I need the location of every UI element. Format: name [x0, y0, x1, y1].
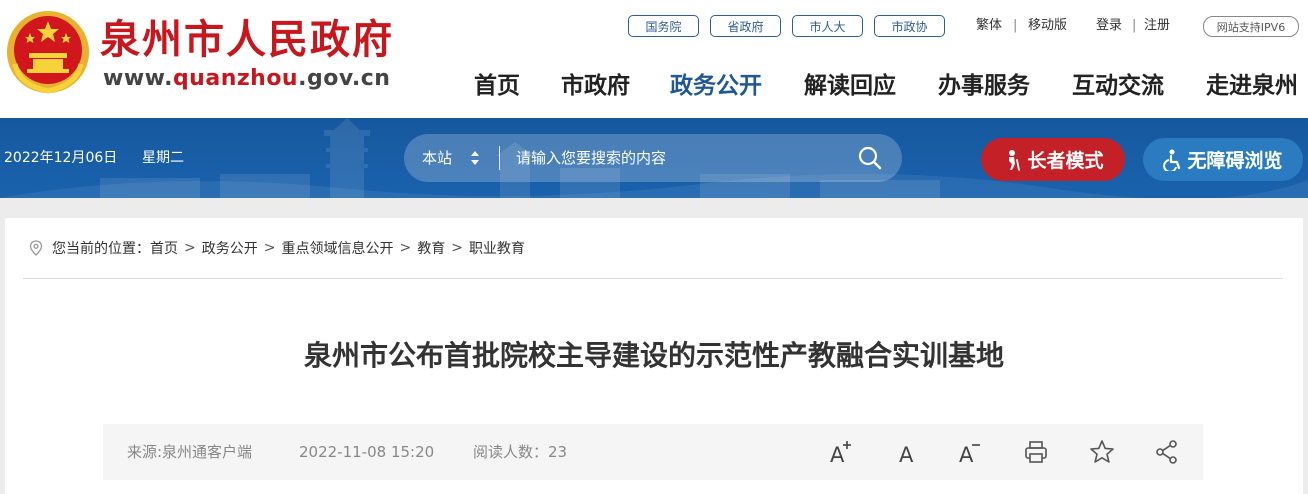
breadcrumb-separator: >: [184, 240, 196, 256]
nav-interaction[interactable]: 互动交流: [1072, 70, 1164, 102]
link-state-council[interactable]: 国务院: [628, 15, 699, 37]
share-icon[interactable]: [1153, 438, 1181, 466]
nav-government-affairs[interactable]: 政务公开: [670, 70, 762, 102]
search-icon[interactable]: [856, 144, 884, 172]
wheelchair-icon: [1163, 149, 1181, 171]
divider: |: [1013, 18, 1018, 33]
breadcrumb-separator: >: [451, 240, 463, 256]
current-weekday: 星期二: [142, 150, 184, 166]
register-link[interactable]: 注册: [1144, 16, 1170, 36]
article-meta-bar: 来源:泉州通客户端 2022-11-08 15:20 阅读人数：23 A A A: [103, 424, 1203, 480]
banner-bar: 2022年12月06日 星期二 本站 长者模式 无障碍浏览: [0, 118, 1308, 198]
search-scope-select[interactable]: 本站: [422, 147, 452, 169]
read-count-label: 阅读人数：: [473, 443, 549, 461]
svg-text:A: A: [959, 443, 974, 466]
elder-mode-button[interactable]: 长者模式: [981, 138, 1125, 181]
article-datetime: 2022-11-08 15:20: [299, 443, 435, 461]
nav-interpretation[interactable]: 解读回应: [804, 70, 896, 102]
search-input[interactable]: [516, 146, 846, 170]
svg-text:A: A: [899, 443, 914, 466]
sort-arrows-icon[interactable]: [470, 148, 480, 168]
favorite-star-icon[interactable]: [1088, 438, 1116, 466]
traditional-chinese-link[interactable]: 繁体: [976, 16, 1002, 36]
breadcrumb: 您当前的位置： 首页 > 政务公开 > 重点领域信息公开 > 教育 > 职业教育: [29, 238, 525, 258]
print-icon[interactable]: [1022, 438, 1050, 466]
breadcrumb-separator: >: [263, 240, 276, 256]
nav-home[interactable]: 首页: [474, 70, 520, 102]
accessibility-label: 无障碍浏览: [1187, 150, 1283, 172]
accessibility-button[interactable]: 无障碍浏览: [1143, 138, 1303, 181]
svg-text:A: A: [830, 443, 845, 466]
link-city-cppcc[interactable]: 市政协: [874, 15, 945, 37]
site-header: 泉州市人民政府 www.quanzhou.gov.cn 国务院 省政府 市人大 …: [0, 0, 1308, 118]
link-provincial-gov[interactable]: 省政府: [710, 15, 781, 37]
nav-city-government[interactable]: 市政府: [561, 70, 630, 102]
url-highlight: quanzhou: [172, 66, 299, 91]
top-links: 国务院 省政府 市人大 市政协: [628, 15, 945, 37]
nav-services[interactable]: 办事服务: [938, 70, 1030, 102]
ipv6-badge: 网站支持IPV6: [1203, 16, 1299, 37]
article-title: 泉州市公布首批院校主导建设的示范性产教融合实训基地: [303, 339, 1004, 372]
url-suffix: .gov.cn: [298, 66, 391, 91]
link-city-npc[interactable]: 市人大: [792, 15, 863, 37]
read-count-value: 23: [548, 443, 568, 461]
elder-icon: [1009, 149, 1021, 171]
read-count: 阅读人数：23: [473, 442, 567, 462]
url-prefix: www.: [103, 66, 173, 91]
breadcrumb-home[interactable]: 首页: [150, 238, 178, 258]
font-normal-icon[interactable]: A: [893, 438, 921, 466]
login-link[interactable]: 登录: [1096, 16, 1122, 36]
breadcrumb-prefix: 您当前的位置：: [52, 241, 150, 257]
breadcrumb-separator: >: [399, 240, 412, 256]
article-container: 您当前的位置： 首页 > 政务公开 > 重点领域信息公开 > 教育 > 职业教育…: [5, 218, 1303, 494]
breadcrumb-divider: [23, 278, 1283, 279]
national-emblem-icon[interactable]: [5, 9, 91, 95]
search-box: 本站: [404, 134, 902, 182]
location-pin-icon: [29, 240, 43, 256]
breadcrumb-education[interactable]: 教育: [417, 238, 445, 258]
elder-mode-label: 长者模式: [1027, 150, 1104, 172]
mobile-version-link[interactable]: 移动版: [1028, 16, 1067, 36]
site-name[interactable]: 泉州市人民政府: [100, 16, 394, 64]
divider: |: [1132, 18, 1137, 33]
breadcrumb-vocational-education[interactable]: 职业教育: [469, 238, 525, 258]
breadcrumb-government-affairs[interactable]: 政务公开: [202, 238, 258, 258]
current-date: 2022年12月06日: [4, 150, 118, 166]
search-divider: [499, 146, 500, 170]
breadcrumb-key-areas[interactable]: 重点领域信息公开: [281, 238, 393, 258]
site-url[interactable]: www.quanzhou.gov.cn: [103, 66, 390, 92]
nav-about-quanzhou[interactable]: 走进泉州: [1206, 70, 1298, 102]
font-increase-icon[interactable]: A: [827, 438, 855, 466]
article-source: 来源:泉州通客户端: [127, 443, 253, 461]
font-decrease-icon[interactable]: A: [956, 438, 984, 466]
